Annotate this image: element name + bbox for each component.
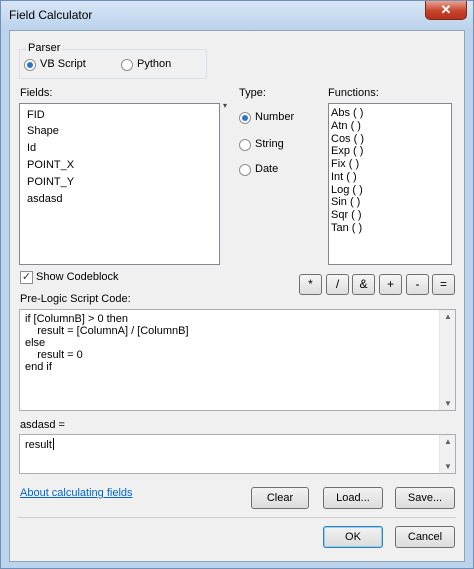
show-codeblock-label: Show Codeblock bbox=[36, 271, 119, 283]
radio-icon[interactable] bbox=[24, 59, 36, 71]
scroll-up-icon[interactable]: ▲ bbox=[444, 437, 452, 446]
list-item[interactable]: Log ( ) bbox=[331, 184, 363, 196]
list-item[interactable]: POINT_Y bbox=[27, 176, 74, 188]
type-label: Type: bbox=[239, 87, 266, 99]
fields-list[interactable]: FID Shape Id POINT_X POINT_Y asdasd bbox=[19, 103, 220, 265]
list-item[interactable]: Sin ( ) bbox=[331, 196, 360, 208]
operator-plus-button[interactable]: + bbox=[379, 274, 402, 295]
parser-label: Parser bbox=[26, 42, 63, 54]
list-item[interactable]: Cos ( ) bbox=[331, 133, 364, 145]
field-calculator-window: Field Calculator ✕ Parser VB Script Pyth… bbox=[0, 0, 474, 569]
prelogic-label: Pre-Logic Script Code: bbox=[20, 293, 131, 305]
load-button[interactable]: Load... bbox=[323, 487, 383, 509]
code-line: end if bbox=[25, 361, 52, 373]
code-line: if [ColumnB] > 0 then bbox=[25, 313, 129, 325]
checkbox-icon[interactable]: ✓ bbox=[20, 271, 33, 284]
radio-icon[interactable] bbox=[239, 164, 251, 176]
type-option-label: String bbox=[255, 138, 284, 150]
radio-icon[interactable] bbox=[239, 139, 251, 151]
text-caret bbox=[52, 438, 54, 450]
sort-dropdown-icon[interactable]: ▾ bbox=[223, 101, 227, 110]
list-item[interactable]: POINT_X bbox=[27, 159, 74, 171]
list-item[interactable]: Int ( ) bbox=[331, 171, 357, 183]
parser-option-label: VB Script bbox=[40, 58, 86, 70]
cancel-button[interactable]: Cancel bbox=[395, 526, 455, 548]
clear-button[interactable]: Clear bbox=[251, 487, 309, 509]
list-item[interactable]: Exp ( ) bbox=[331, 145, 363, 157]
operator-multiply-button[interactable]: * bbox=[299, 274, 322, 295]
functions-list[interactable]: Abs ( ) Atn ( ) Cos ( ) Exp ( ) Fix ( ) … bbox=[328, 103, 452, 265]
operator-concat-button[interactable]: & bbox=[352, 274, 375, 295]
radio-icon[interactable] bbox=[239, 112, 251, 124]
prelogic-scrollbar[interactable]: ▲ ▼ bbox=[439, 310, 455, 410]
code-line: else bbox=[25, 337, 46, 349]
close-icon[interactable]: ✕ bbox=[425, 1, 467, 20]
type-option-label: Number bbox=[255, 111, 295, 123]
ok-button[interactable]: OK bbox=[323, 526, 383, 548]
expression-scrollbar[interactable]: ▲ ▼ bbox=[439, 435, 455, 473]
list-item[interactable]: Shape bbox=[27, 125, 59, 137]
list-item[interactable]: Id bbox=[27, 142, 36, 154]
parser-option-label: Python bbox=[137, 58, 172, 70]
expression-label: asdasd = bbox=[20, 419, 65, 431]
operator-divide-button[interactable]: / bbox=[326, 274, 349, 295]
expression-value: result bbox=[25, 439, 52, 451]
list-item[interactable]: Tan ( ) bbox=[331, 222, 362, 234]
save-button[interactable]: Save... bbox=[395, 487, 455, 509]
radio-icon[interactable] bbox=[121, 59, 133, 71]
divider bbox=[18, 517, 456, 518]
code-line: result = [ColumnA] / [ColumnB] bbox=[25, 325, 189, 337]
operator-equals-button[interactable]: = bbox=[432, 274, 455, 295]
dialog-body: Parser VB Script Python Fields: FID Shap… bbox=[9, 30, 465, 562]
operator-minus-button[interactable]: - bbox=[406, 274, 429, 295]
list-item[interactable]: FID bbox=[27, 109, 45, 121]
fields-label: Fields: bbox=[20, 87, 53, 99]
list-item[interactable]: Atn ( ) bbox=[331, 120, 361, 132]
type-option-label: Date bbox=[255, 163, 279, 175]
window-title: Field Calculator bbox=[9, 8, 93, 22]
title-bar[interactable]: Field Calculator ✕ bbox=[1, 1, 473, 29]
list-item[interactable]: asdasd bbox=[27, 193, 62, 205]
scroll-down-icon[interactable]: ▼ bbox=[444, 462, 452, 471]
list-item[interactable]: Fix ( ) bbox=[331, 158, 359, 170]
about-calculating-fields-link[interactable]: About calculating fields bbox=[20, 487, 133, 499]
expression-field[interactable]: result ▲ ▼ bbox=[19, 434, 456, 474]
list-item[interactable]: Sqr ( ) bbox=[331, 209, 362, 221]
scroll-up-icon[interactable]: ▲ bbox=[444, 312, 452, 321]
scroll-down-icon[interactable]: ▼ bbox=[444, 399, 452, 408]
prelogic-code-field[interactable]: if [ColumnB] > 0 then result = [ColumnA]… bbox=[19, 309, 456, 411]
functions-label: Functions: bbox=[328, 87, 379, 99]
code-line: result = 0 bbox=[25, 349, 83, 361]
list-item[interactable]: Abs ( ) bbox=[331, 107, 363, 119]
